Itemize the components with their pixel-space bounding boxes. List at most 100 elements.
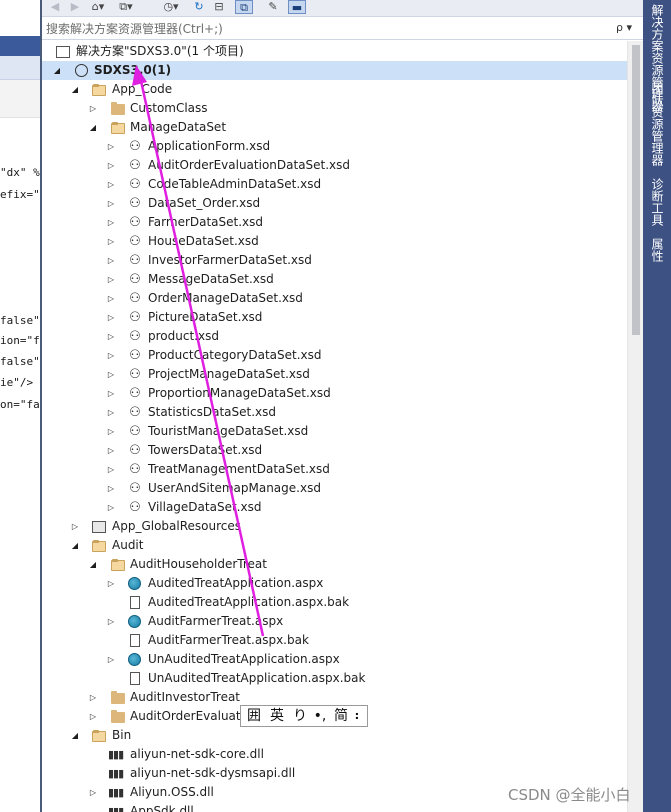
collapsed-arrow-icon[interactable]: ▷ [106,270,116,289]
show-all-files-icon[interactable]: ⧉ [235,0,253,14]
folder-open-icon [92,730,106,742]
tree-node-xsd[interactable]: ▷ ⚇ ApplicationForm.xsd [42,137,627,156]
sync-icon[interactable]: ⧉▾ [114,0,138,14]
tree-node-project[interactable]: ◢ SDXS3.0(1) [42,61,627,80]
tree-node-dll[interactable]: ▮▮▮ aliyun-net-sdk-dysmsapi.dll [42,764,627,783]
history-icon[interactable]: ◷▾ [160,0,182,14]
ime-width-toggle[interactable]: り [291,706,309,726]
collapsed-arrow-icon[interactable]: ▷ [106,384,116,403]
ime-toolbar[interactable]: 囲 英 り •, 简 ⠆ [240,705,368,727]
collapsed-arrow-icon[interactable]: ▷ [106,403,116,422]
expanded-arrow-icon[interactable]: ◢ [52,61,62,80]
tree-node-xsd[interactable]: ▷ ⚇ DataSet_Order.xsd [42,194,627,213]
collapsed-arrow-icon[interactable]: ▷ [106,327,116,346]
tree-node-bak[interactable]: AuditFarmerTreat.aspx.bak [42,631,627,650]
tree-node-bak[interactable]: UnAuditedTreatApplication.aspx.bak [42,669,627,688]
tree-node-label: aliyun-net-sdk-dysmsapi.dll [130,766,296,780]
wrench-icon[interactable]: ✎ [266,0,280,14]
tree-node-xsd[interactable]: ▷ ⚇ HouseDataSet.xsd [42,232,627,251]
collapsed-arrow-icon[interactable]: ▷ [106,650,116,669]
tree-node-aspx[interactable]: ▷ AuditFarmerTreat.aspx [42,612,627,631]
collapsed-arrow-icon[interactable]: ▷ [106,213,116,232]
collapsed-arrow-icon[interactable]: ▷ [106,574,116,593]
collapsed-arrow-icon[interactable]: ▷ [106,346,116,365]
tree-node-customclass[interactable]: ▷ CustomClass [42,99,627,118]
collapsed-arrow-icon[interactable]: ▷ [88,688,98,707]
collapsed-arrow-icon[interactable]: ▷ [106,194,116,213]
collapsed-arrow-icon[interactable]: ▷ [106,175,116,194]
collapsed-arrow-icon[interactable]: ▷ [88,707,98,726]
tree-node-xsd[interactable]: ▷ ⚇ FarmerDataSet.xsd [42,213,627,232]
tree-node-aspx[interactable]: ▷ AuditedTreatApplication.aspx [42,574,627,593]
home-icon[interactable]: ⌂▾ [90,0,106,14]
tree-node-xsd[interactable]: ▷ ⚇ TreatManagementDataSet.xsd [42,460,627,479]
tree-node-xsd[interactable]: ▷ ⚇ UserAndSitemapManage.xsd [42,479,627,498]
collapsed-arrow-icon[interactable]: ▷ [106,156,116,175]
collapsed-arrow-icon[interactable]: ▷ [106,460,116,479]
tree-node-xsd[interactable]: ▷ ⚇ StatisticsDataSet.xsd [42,403,627,422]
search-input[interactable] [46,21,606,37]
tree-node-xsd[interactable]: ▷ ⚇ ProportionManageDataSet.xsd [42,384,627,403]
collapsed-arrow-icon[interactable]: ▷ [106,365,116,384]
collapsed-arrow-icon[interactable]: ▷ [88,783,98,802]
tree-node-xsd[interactable]: ▷ ⚇ CodeTableAdminDataSet.xsd [42,175,627,194]
tree-node-xsd[interactable]: ▷ ⚇ TouristManageDataSet.xsd [42,422,627,441]
ime-language-toggle[interactable]: 英 [267,706,287,726]
tree-node-xsd[interactable]: ▷ ⚇ product.xsd [42,327,627,346]
tree-node-xsd[interactable]: ▷ ⚇ OrderManageDataSet.xsd [42,289,627,308]
tree-node-xsd[interactable]: ▷ ⚇ InvestorFarmerDataSet.xsd [42,251,627,270]
tree-node-xsd[interactable]: ▷ ⚇ AuditOrderEvaluationDataSet.xsd [42,156,627,175]
dll-icon: ▮▮▮ [108,786,124,799]
collapsed-arrow-icon[interactable]: ▷ [106,308,116,327]
collapsed-arrow-icon[interactable]: ▷ [106,232,116,251]
scrollbar-thumb[interactable] [632,45,640,335]
collapsed-arrow-icon[interactable]: ▷ [106,498,116,517]
preview-icon[interactable]: ▬ [288,0,306,14]
expanded-arrow-icon[interactable]: ◢ [88,118,98,137]
collapsed-arrow-icon[interactable]: ▷ [106,441,116,460]
tree-node-managedataset[interactable]: ◢ ManageDataSet [42,118,627,137]
tree-node-solution[interactable]: 解决方案"SDXS3.0"(1 个项目) [42,42,627,61]
expanded-arrow-icon[interactable]: ◢ [70,80,80,99]
expanded-arrow-icon[interactable]: ◢ [88,555,98,574]
tree-node-dll[interactable]: ▮▮▮ aliyun-net-sdk-core.dll [42,745,627,764]
ime-punctuation-toggle[interactable]: •, [311,706,329,726]
tree-node-label: TowersDataSet.xsd [148,443,263,457]
tab-team-explorer[interactable]: 团队资源管理器 [647,82,667,166]
tree-node-xsd[interactable]: ▷ ⚇ TowersDataSet.xsd [42,441,627,460]
tree-node-app-globalresources[interactable]: ▷ App_GlobalResources [42,517,627,536]
collapse-all-icon[interactable]: ⊟ [212,0,226,14]
collapsed-arrow-icon[interactable]: ▷ [88,99,98,118]
tree-node-auditholdertreat[interactable]: ◢ AuditHouseholderTreat [42,555,627,574]
tree-node-xsd[interactable]: ▷ ⚇ VillageDataSet.xsd [42,498,627,517]
code-editor-strip[interactable]: "dx" % efix="c false"/> ion="fa false"/:… [0,0,41,812]
collapsed-arrow-icon[interactable]: ▷ [106,137,116,156]
collapsed-arrow-icon[interactable]: ▷ [106,289,116,308]
search-icon[interactable]: ρ ▾ [616,21,640,37]
tab-properties[interactable]: 属性 [647,238,667,262]
refresh-icon[interactable]: ↻ [192,0,206,14]
tree-node-xsd[interactable]: ▷ ⚇ ProjectManageDataSet.xsd [42,365,627,384]
collapsed-arrow-icon[interactable]: ▷ [106,479,116,498]
collapsed-arrow-icon[interactable]: ▷ [106,612,116,631]
tree-node-bin[interactable]: ◢ Bin [42,726,627,745]
expanded-arrow-icon[interactable]: ◢ [70,536,80,555]
ime-grid-icon[interactable]: 囲 [245,706,263,726]
tab-diagnostic-tools[interactable]: 诊断工具 [647,178,667,226]
tree-node-xsd[interactable]: ▷ ⚇ PictureDataSet.xsd [42,308,627,327]
expanded-arrow-icon[interactable]: ◢ [70,726,80,745]
tree-node-xsd[interactable]: ▷ ⚇ MessageDataSet.xsd [42,270,627,289]
collapsed-arrow-icon[interactable]: ▷ [106,422,116,441]
back-icon[interactable]: ◀ [48,0,62,14]
tree-node-xsd[interactable]: ▷ ⚇ ProductCategoryDataSet.xsd [42,346,627,365]
forward-icon[interactable]: ▶ [68,0,82,14]
collapsed-arrow-icon[interactable]: ▷ [70,517,80,536]
collapsed-arrow-icon[interactable]: ▷ [106,251,116,270]
tree-node-bak[interactable]: AuditedTreatApplication.aspx.bak [42,593,627,612]
tree-node-app-code[interactable]: ◢ App_Code [42,80,627,99]
ime-menu-icon[interactable]: ⠆ [353,706,365,726]
tree-node-audit[interactable]: ◢ Audit [42,536,627,555]
tree-node-aspx[interactable]: ▷ UnAuditedTreatApplication.aspx [42,650,627,669]
ime-simplified-toggle[interactable]: 简 [331,706,351,726]
vertical-scrollbar[interactable] [627,41,643,812]
